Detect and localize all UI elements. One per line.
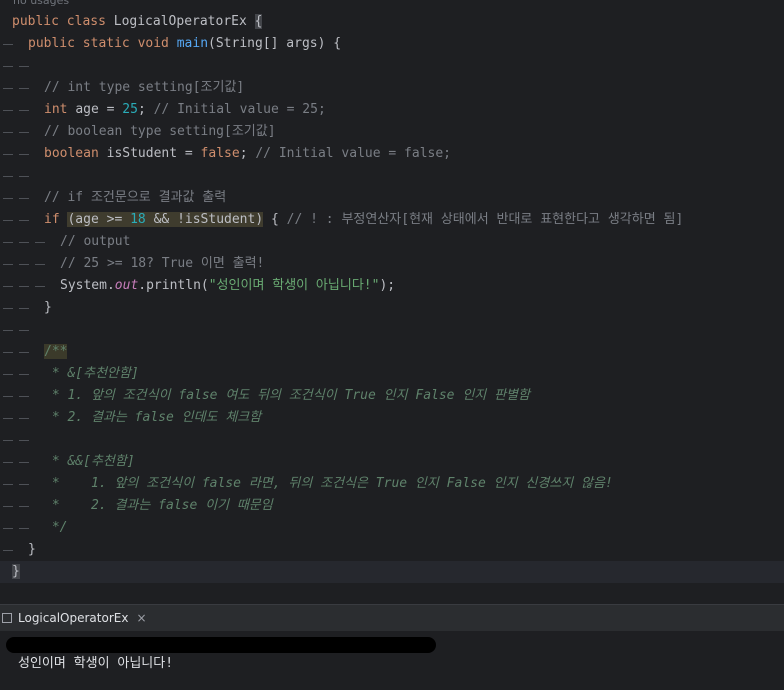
- code-line[interactable]: * 1. 앞의 조건식이 false 라면, 뒤의 조건식은 True 인지 F…: [0, 473, 784, 495]
- code-text: // boolean type setting[조기값]: [44, 124, 276, 139]
- run-tab-label: LogicalOperatorEx: [18, 611, 129, 625]
- code-line[interactable]: int age = 25; // Initial value = 25;: [0, 99, 784, 121]
- code-line[interactable]: [0, 429, 784, 451]
- code-editor[interactable]: no usages public class LogicalOperatorEx…: [0, 0, 784, 600]
- code-text: // if 조건문으로 결과값 출력: [44, 190, 227, 205]
- code-text: System.out.println("성인이며 학생이 아닙니다!");: [60, 278, 396, 293]
- code-line[interactable]: /**: [0, 341, 784, 363]
- code-line[interactable]: }: [0, 561, 784, 583]
- code-line[interactable]: // if 조건문으로 결과값 출력: [0, 187, 784, 209]
- code-line[interactable]: public class LogicalOperatorEx {: [0, 11, 784, 33]
- code-line[interactable]: * &[추천안함]: [0, 363, 784, 385]
- code-text: public class LogicalOperatorEx {: [12, 14, 263, 29]
- code-line[interactable]: // output: [0, 231, 784, 253]
- code-line[interactable]: * &&[추천함]: [0, 451, 784, 473]
- code-line[interactable]: [0, 319, 784, 341]
- code-text: * &&[추천함]: [44, 454, 135, 469]
- code-line[interactable]: // 25 >= 18? True 이면 출력!: [0, 253, 784, 275]
- code-text: /**: [44, 344, 68, 359]
- code-line[interactable]: [0, 165, 784, 187]
- code-line[interactable]: * 2. 결과는 false 인데도 체크함: [0, 407, 784, 429]
- code-text: }: [12, 564, 20, 579]
- usages-hint: no usages: [13, 0, 70, 7]
- code-text: int age = 25; // Initial value = 25;: [44, 102, 326, 117]
- run-tab[interactable]: LogicalOperatorEx ×: [0, 605, 147, 631]
- close-icon[interactable]: ×: [136, 611, 146, 625]
- code-line[interactable]: [0, 55, 784, 77]
- redacted-command-line: [6, 637, 436, 653]
- code-line[interactable]: public static void main(String[] args) {: [0, 33, 784, 55]
- code-text: }: [44, 300, 52, 315]
- code-line[interactable]: }: [0, 539, 784, 561]
- code-text: * 2. 결과는 false 이기 때문임: [44, 498, 273, 513]
- code-line[interactable]: */: [0, 517, 784, 539]
- code-line[interactable]: if (age >= 18 && !isStudent) { // ! : 부정…: [0, 209, 784, 231]
- run-panel-header: LogicalOperatorEx ×: [0, 604, 784, 631]
- code-text: * 1. 앞의 조건식이 false 라면, 뒤의 조건식은 True 인지 F…: [44, 476, 613, 491]
- code-text: }: [28, 542, 36, 557]
- code-text: // 25 >= 18? True 이면 출력!: [60, 256, 265, 271]
- code-text: boolean isStudent = false; // Initial va…: [44, 146, 452, 161]
- code-line[interactable]: * 2. 결과는 false 이기 때문임: [0, 495, 784, 517]
- console-output-text: 성인이며 학생이 아닙니다!: [18, 656, 174, 671]
- code-text: // int type setting[조기값]: [44, 80, 245, 95]
- code-text: if (age >= 18 && !isStudent) { // ! : 부정…: [44, 212, 684, 227]
- code-text: */: [44, 520, 68, 535]
- code-text: * &[추천안함]: [44, 366, 139, 381]
- code-line[interactable]: * 1. 앞의 조건식이 false 여도 뒤의 조건식이 True 인지 Fa…: [0, 385, 784, 407]
- code-line[interactable]: // int type setting[조기값]: [0, 77, 784, 99]
- console-icon: [2, 613, 12, 623]
- code-line[interactable]: boolean isStudent = false; // Initial va…: [0, 143, 784, 165]
- code-line[interactable]: // boolean type setting[조기값]: [0, 121, 784, 143]
- code-line[interactable]: }: [0, 297, 784, 319]
- console-output[interactable]: 성인이며 학생이 아닙니다!: [0, 631, 784, 690]
- code-text: * 1. 앞의 조건식이 false 여도 뒤의 조건식이 True 인지 Fa…: [44, 388, 530, 403]
- code-text: public static void main(String[] args) {: [28, 36, 342, 51]
- code-line[interactable]: System.out.println("성인이며 학생이 아닙니다!");: [0, 275, 784, 297]
- code-text: // output: [60, 234, 131, 249]
- code-text: * 2. 결과는 false 인데도 체크함: [44, 410, 262, 425]
